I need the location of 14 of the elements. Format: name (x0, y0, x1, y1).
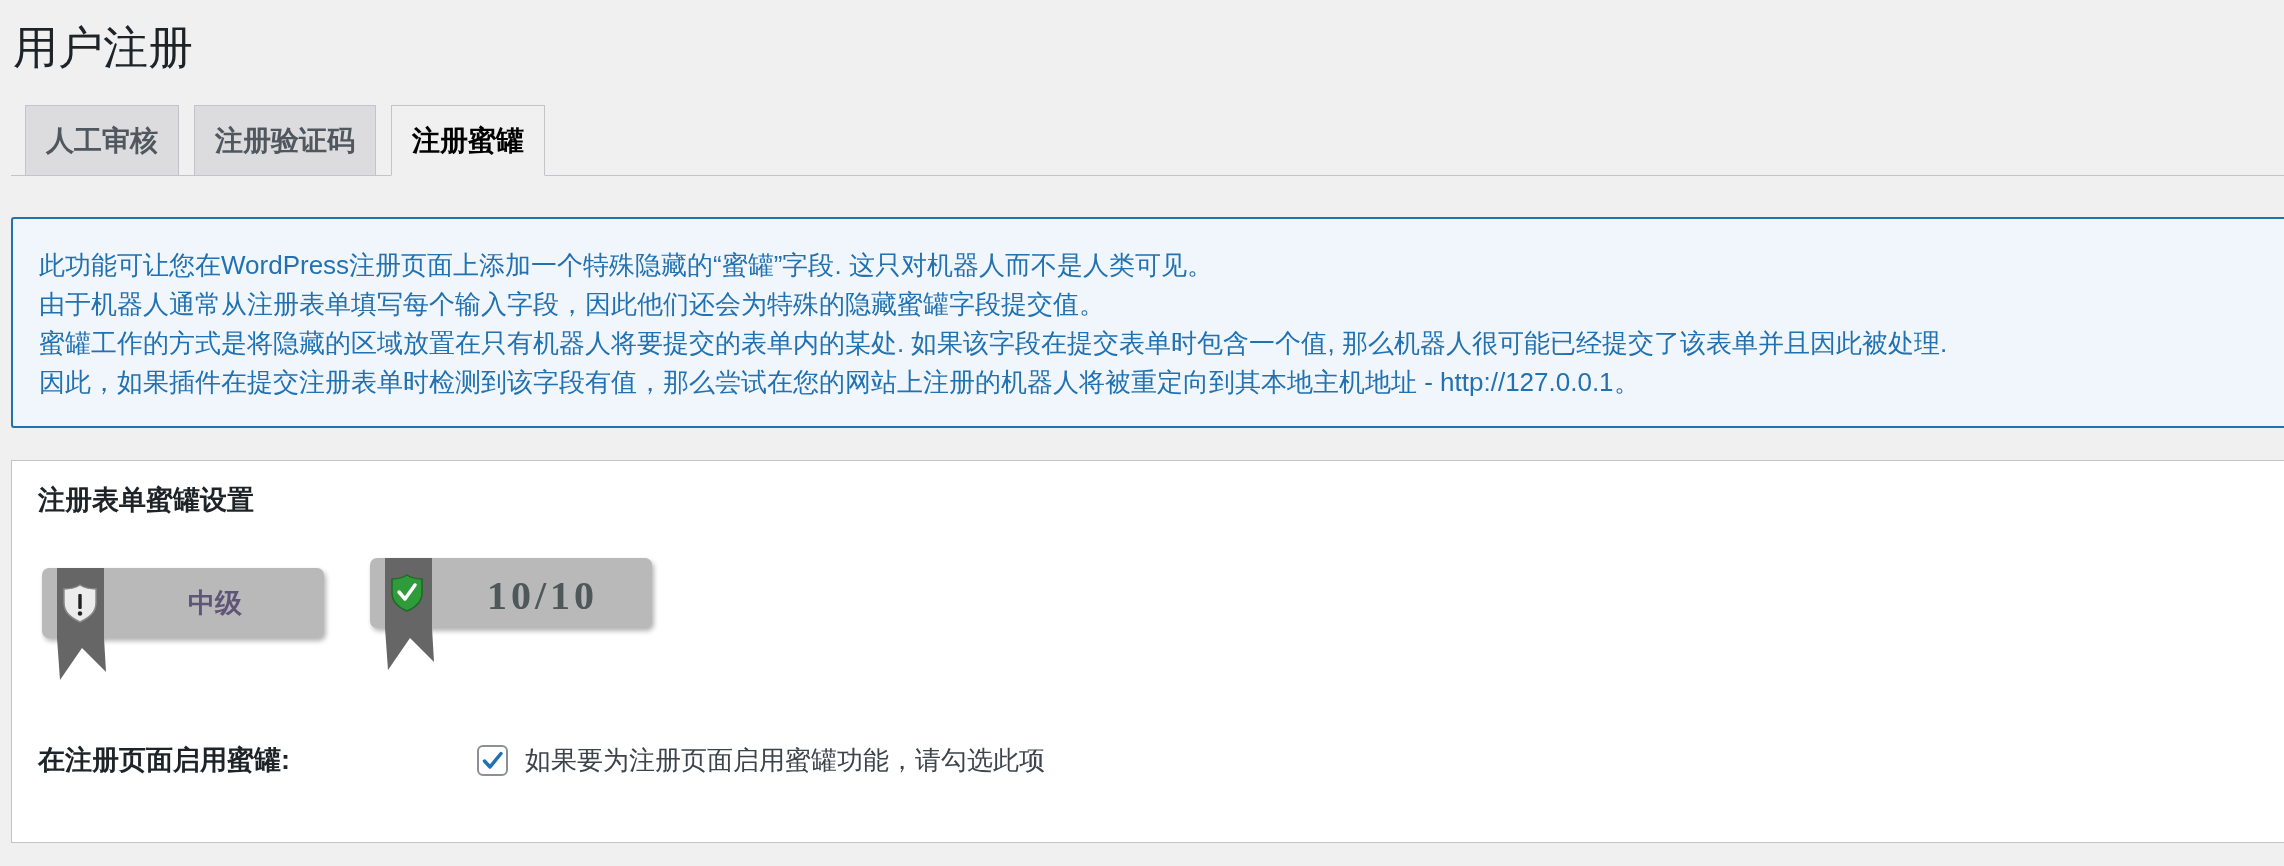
checkbox[interactable] (477, 744, 508, 776)
tab[interactable]: 人工审核 (25, 105, 179, 176)
option-label: 在注册页面启用蜜罐: (38, 743, 291, 777)
check-shield-ribbon-icon (384, 558, 434, 670)
alert-shield-ribbon-icon (56, 568, 106, 680)
notice-text: 蜜罐工作的方式是将隐藏的区域放置在只有机器人将要提交的表单内的某处. 如果该字段在提交表单时包含一个值, 那么机器人很可能已经提交了该表单并且因此被处理. (39, 327, 1948, 360)
notice-text: 此功能可让您在WordPress注册页面上添加一个特殊隐藏的“蜜罐”字段. 这只对机器人而不是人类可见。 (39, 249, 1213, 282)
tab[interactable]: 注册验证码 (194, 105, 376, 176)
page-title: 用户注册 (13, 21, 193, 75)
section-heading: 注册表单蜜罐设置 (38, 484, 254, 517)
notice-text: 因此，如果插件在提交注册表单时检测到该字段有值，那么尝试在您的网站上注册的机器人将被重定向到其本地主机地址 - http://127.0.0.1。 (39, 366, 1640, 399)
notice-text: 由于机器人通常从注册表单填写每个输入字段，因此他们还会为特殊的隐藏蜜罐字段提交值。 (39, 288, 1105, 321)
tab[interactable]: 注册蜜罐 (391, 105, 545, 176)
option-description: 如果要为注册页面启用蜜罐功能，请勾选此项 (525, 743, 1045, 777)
